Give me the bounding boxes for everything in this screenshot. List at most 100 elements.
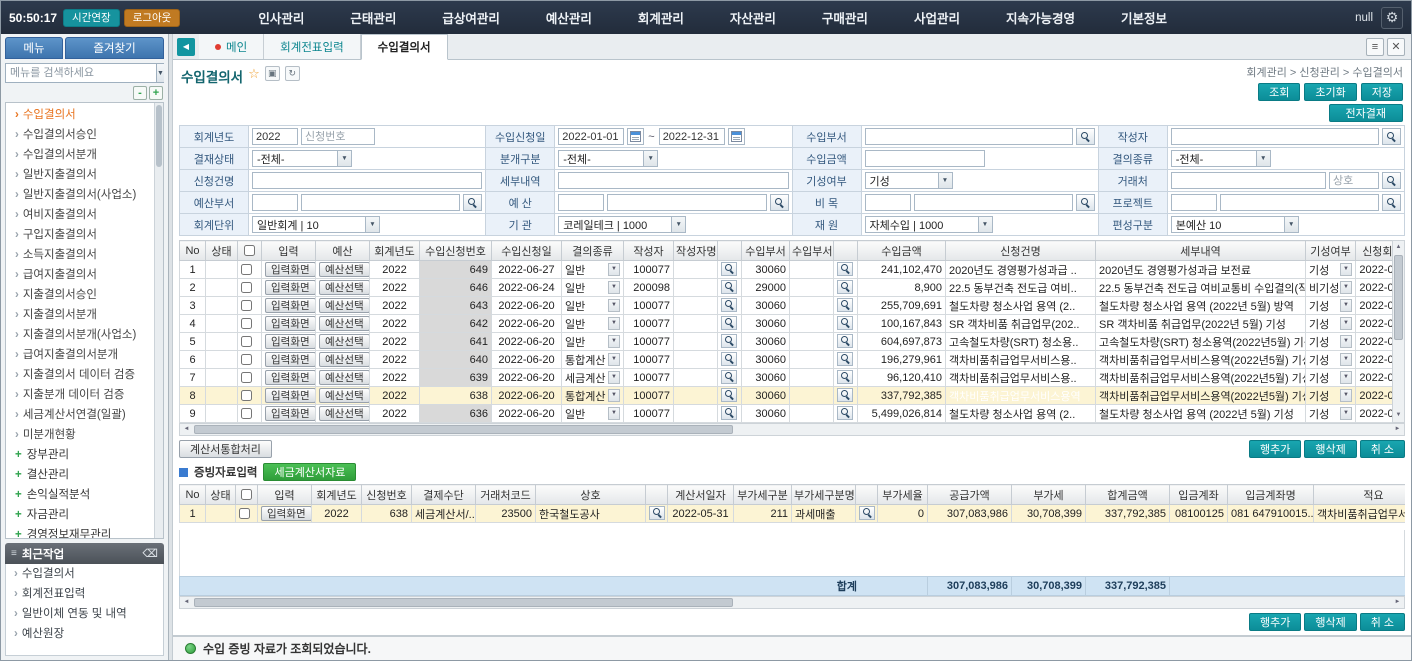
open-input-button[interactable]: 입력화면 [265, 388, 316, 403]
table-row[interactable]: 1입력화면2022638세금계산서/..23500한국철도공사2022-05-3… [180, 505, 1406, 523]
row-checkbox[interactable] [241, 300, 252, 311]
accounting-unit-select[interactable]: 일반회계 | 10▼ [252, 216, 380, 233]
budget-select-button[interactable]: 예산선택 [319, 406, 370, 421]
cell-combo[interactable]: 세금계산서▼ [565, 370, 620, 385]
chevron-down-icon[interactable]: ▼ [156, 64, 164, 82]
table-row[interactable]: 2입력화면예산선택20226462022-06-24일반▼20009829000… [180, 279, 1393, 297]
request-title-input[interactable] [252, 172, 482, 189]
project-search-icon[interactable] [1382, 194, 1401, 211]
sidebar-group[interactable]: +장부관리 [6, 445, 154, 465]
income-request-date-calendar-icon[interactable] [728, 128, 745, 145]
fiscal-year-input[interactable] [252, 128, 298, 145]
sidebar-item[interactable]: ›급여지출결의서분개 [6, 345, 154, 365]
detail-input[interactable] [558, 172, 788, 189]
table-row[interactable]: 5입력화면예산선택20226412022-06-20일반▼10007730060… [180, 333, 1393, 351]
row-checkbox[interactable] [241, 264, 252, 275]
sidebar-group[interactable]: +결산관리 [6, 465, 154, 485]
top-menu-item[interactable]: 구매관리 [799, 8, 891, 27]
logout-button[interactable]: 로그아웃 [124, 9, 181, 27]
income-request-date-input[interactable] [558, 128, 624, 145]
open-input-button[interactable]: 입력화면 [265, 298, 316, 313]
grid2-hscrollbar[interactable]: ◄ ► [179, 596, 1405, 609]
expand-all-button[interactable]: + [149, 86, 163, 100]
budget-select-button[interactable]: 예산선택 [319, 370, 370, 385]
sidebar-item[interactable]: ›일반지출결의서(사업소) [6, 185, 154, 205]
row-checkbox[interactable] [241, 336, 252, 347]
budget-select-button[interactable]: 예산선택 [319, 352, 370, 367]
tab-back-button[interactable]: ◀ [177, 38, 195, 56]
favorite-star-icon[interactable]: ☆ [248, 66, 260, 82]
tab-favorites[interactable]: 즐겨찾기 [65, 37, 164, 59]
scroll-left-icon[interactable]: ◄ [180, 424, 193, 435]
row-checkbox[interactable] [241, 390, 252, 401]
search-icon[interactable] [837, 298, 853, 312]
search-icon[interactable] [721, 280, 737, 294]
top-menu-item[interactable]: 기본정보 [1098, 8, 1190, 27]
recent-task-item[interactable]: ›수입결의서 [6, 564, 163, 584]
sidebar-item[interactable]: ›수입결의서분개 [6, 145, 154, 165]
search-icon[interactable] [721, 352, 737, 366]
invoice-merge-button[interactable]: 계산서통합처리 [179, 440, 272, 458]
row-checkbox[interactable] [241, 408, 252, 419]
open-input-button[interactable]: 입력화면 [265, 406, 316, 421]
tab-list-button[interactable]: ≡ [1366, 38, 1384, 56]
open-input-button[interactable]: 입력화면 [265, 280, 316, 295]
row-delete-button[interactable]: 행삭제 [1304, 440, 1356, 458]
table-row[interactable]: 1입력화면예산선택20226492022-06-27일반▼10007730060… [180, 261, 1393, 279]
income-request-date-calendar-icon[interactable] [627, 128, 644, 145]
top-menu-item[interactable]: 예산관리 [523, 8, 615, 27]
top-menu-item[interactable]: 인사관리 [235, 8, 327, 27]
sidebar-item[interactable]: ›구입지출결의서 [6, 225, 154, 245]
scrollbar-thumb[interactable] [156, 105, 162, 167]
table-row[interactable]: 6입력화면예산선택20226402022-06-20통합계산서▼10007730… [180, 351, 1393, 369]
scroll-down-icon[interactable]: ▼ [1393, 409, 1404, 422]
budget-select-button[interactable]: 예산선택 [319, 298, 370, 313]
budget-input[interactable] [607, 194, 766, 211]
scroll-left-icon[interactable]: ◄ [180, 597, 193, 608]
search-icon[interactable] [649, 506, 665, 520]
cell-combo[interactable]: 일반▼ [565, 316, 620, 331]
sidebar-item[interactable]: ›여비지출결의서 [6, 205, 154, 225]
budget-select-button[interactable]: 예산선택 [319, 280, 370, 295]
cell-combo[interactable]: 통합계산서▼ [565, 388, 620, 403]
action-button[interactable]: 저장 [1361, 83, 1403, 101]
search-icon[interactable] [721, 388, 737, 402]
cell-combo[interactable]: 비기성▼ [1309, 280, 1352, 295]
search-icon[interactable] [721, 316, 737, 330]
budget-dept-input[interactable] [301, 194, 460, 211]
tab-close-button[interactable]: ✕ [1387, 38, 1405, 56]
cancel-button[interactable]: 취 소 [1360, 440, 1405, 458]
budget-dept-search-icon[interactable] [463, 194, 482, 211]
tab-menu[interactable]: 메뉴 [5, 37, 63, 59]
vendor-input[interactable] [1329, 172, 1379, 189]
cell-combo[interactable]: 기성▼ [1309, 334, 1352, 349]
income-amount-input[interactable] [865, 150, 985, 167]
cell-combo[interactable]: 기성▼ [1309, 352, 1352, 367]
sidebar-item[interactable]: ›지출결의서 데이터 검증 [6, 365, 154, 385]
scroll-up-icon[interactable]: ▲ [1393, 241, 1404, 254]
eraser-icon[interactable]: ⌫ [142, 547, 158, 560]
row-checkbox[interactable] [241, 372, 252, 383]
income-request-date-input[interactable] [659, 128, 725, 145]
sidebar-item[interactable]: ›소득지출결의서 [6, 245, 154, 265]
cell-combo[interactable]: 기성▼ [1309, 406, 1352, 421]
search-icon[interactable] [837, 370, 853, 384]
cancel-button-2[interactable]: 취 소 [1360, 613, 1405, 631]
row-delete-button-2[interactable]: 행삭제 [1304, 613, 1356, 631]
open-input-button[interactable]: 입력화면 [261, 506, 312, 521]
cell-combo[interactable]: 기성▼ [1309, 298, 1352, 313]
search-icon[interactable] [859, 506, 875, 520]
menu-search-input[interactable] [6, 64, 156, 82]
extend-time-button[interactable]: 시간연장 [63, 9, 120, 27]
screen-icon[interactable]: ▣ [265, 66, 280, 81]
budget-select-button[interactable]: 예산선택 [319, 388, 370, 403]
expense-item-search-icon[interactable] [1076, 194, 1095, 211]
scroll-right-icon[interactable]: ► [1391, 424, 1404, 435]
grid1-hscrollbar[interactable]: ◄ ► [179, 423, 1405, 436]
table-row[interactable]: 3입력화면예산선택20226432022-06-20일반▼10007730060… [180, 297, 1393, 315]
sidebar-item[interactable]: ›수입결의서 [6, 105, 154, 125]
top-menu-item[interactable]: 급상여관리 [419, 8, 523, 27]
cell-combo[interactable]: 기성▼ [1309, 262, 1352, 277]
expense-item-input[interactable] [865, 194, 911, 211]
completion-status-select[interactable]: 기성▼ [865, 172, 953, 189]
